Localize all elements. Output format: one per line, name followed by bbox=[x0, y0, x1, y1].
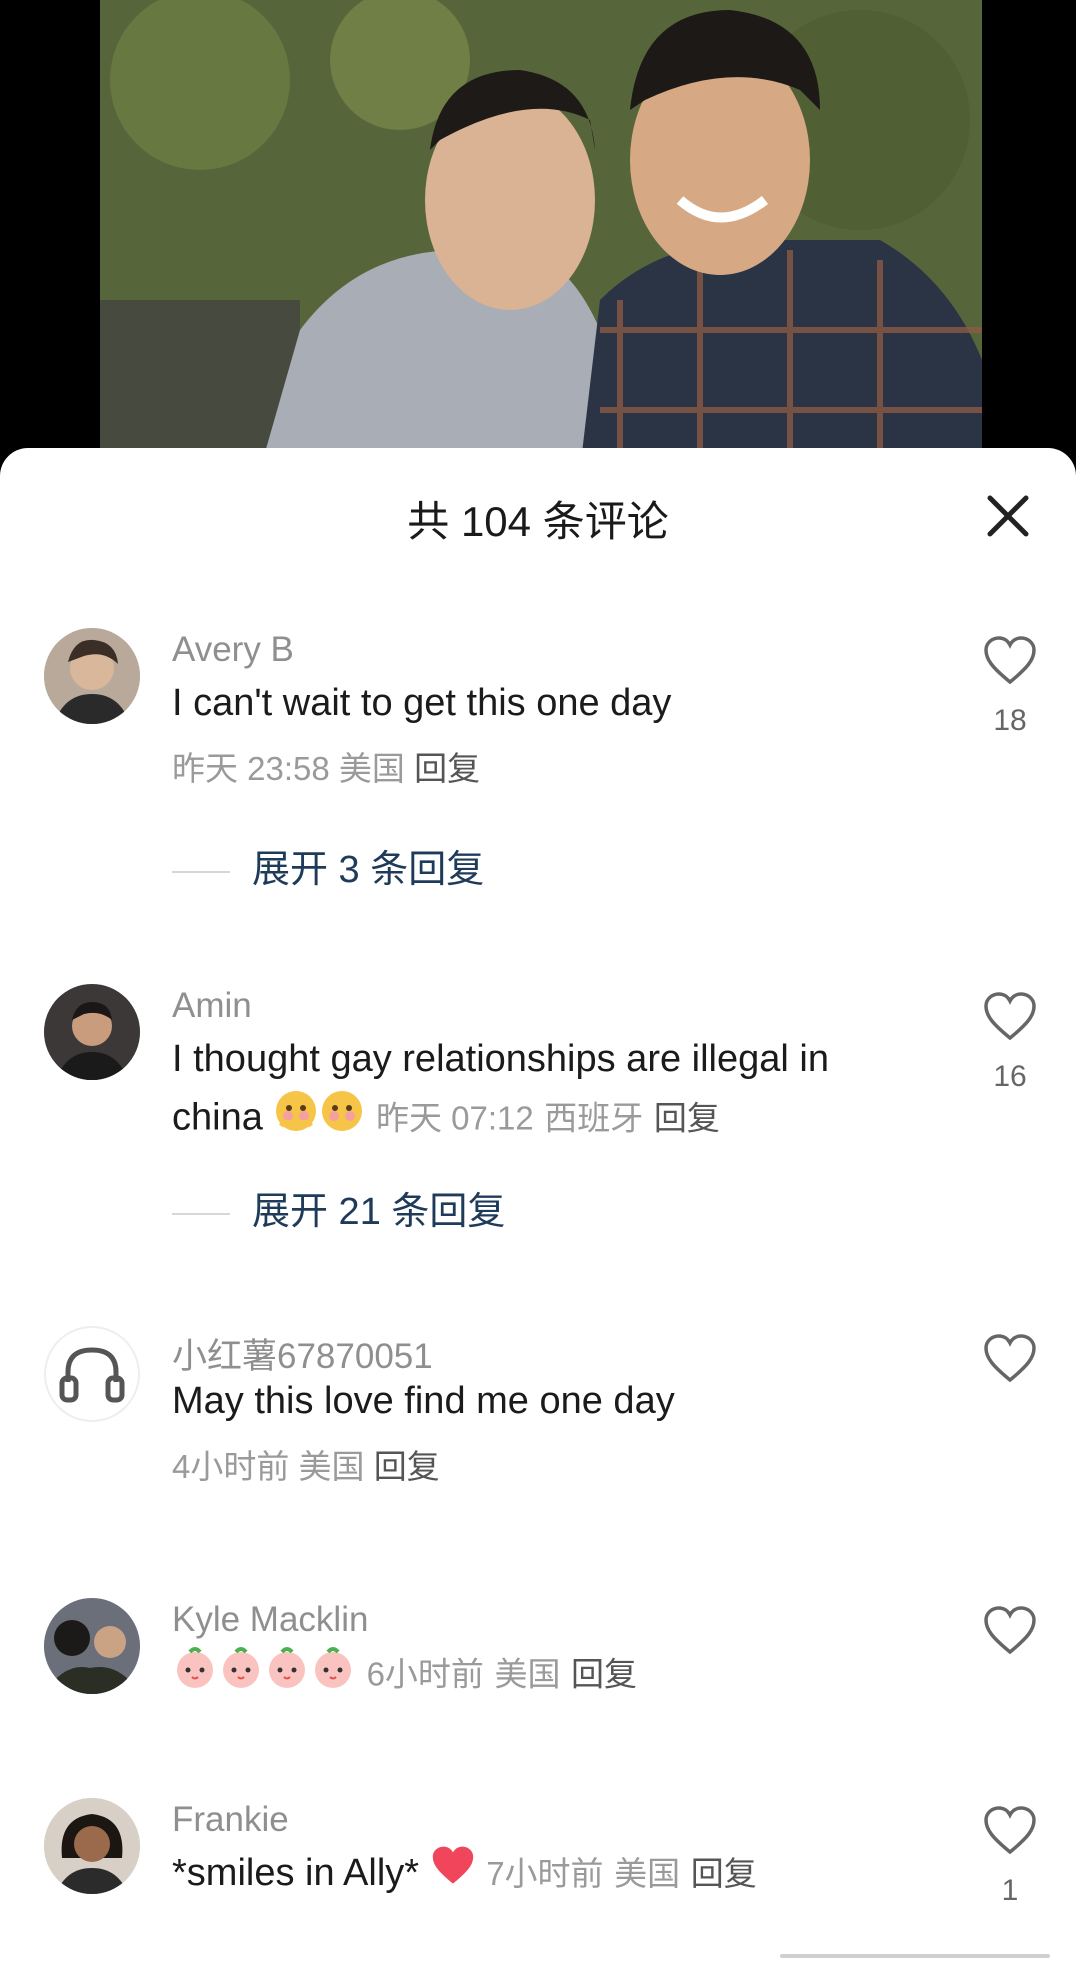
comment-meta: 昨天 23:58 美国 回复 bbox=[172, 740, 892, 798]
avatar[interactable] bbox=[44, 984, 140, 1080]
peach-emoji-icon bbox=[218, 1644, 264, 1707]
like-count: 18 bbox=[993, 704, 1027, 737]
heart-icon bbox=[984, 1606, 1036, 1655]
heart-emoji-icon bbox=[430, 1845, 476, 1904]
divider-line bbox=[172, 1212, 230, 1215]
comment-time: 4小时前 bbox=[172, 1448, 290, 1485]
comment-location: 美国 bbox=[614, 1855, 681, 1892]
heart-icon bbox=[984, 992, 1036, 1041]
couple-photo bbox=[100, 0, 982, 470]
comment-text: 6小时前 美国 回复 bbox=[172, 1644, 952, 1707]
comments-sheet: 共 104 条评论 Avery B I can't wait to get th… bbox=[0, 448, 1076, 1974]
expand-replies-label: 展开 21 条回复 bbox=[252, 1191, 506, 1233]
reply-button[interactable]: 回复 bbox=[571, 1656, 637, 1693]
expand-replies-button[interactable]: 展开 21 条回复 bbox=[172, 1180, 505, 1235]
close-button[interactable] bbox=[980, 488, 1036, 544]
comments-count-title: 共 104 条评论 bbox=[407, 498, 669, 545]
like-count: 1 bbox=[1001, 1874, 1019, 1907]
close-icon bbox=[987, 495, 1029, 537]
blushing-emoji-icon bbox=[273, 1088, 319, 1151]
avatar[interactable] bbox=[44, 1326, 140, 1422]
comment-username[interactable]: Frankie bbox=[172, 1800, 289, 1840]
comment-time: 6小时前 bbox=[366, 1655, 484, 1693]
video-frame[interactable] bbox=[0, 0, 1076, 470]
comment-location: 美国 bbox=[298, 1448, 365, 1485]
comment-time: 7小时前 bbox=[486, 1855, 604, 1892]
like-button[interactable]: 16 bbox=[980, 992, 1040, 1094]
comment-username[interactable]: Amin bbox=[172, 986, 252, 1026]
comment-text-line1: I thought gay relationships are illegal … bbox=[172, 1038, 829, 1080]
comment-text: May this love find me one day bbox=[172, 1380, 675, 1422]
expand-replies-label: 展开 3 条回复 bbox=[252, 849, 485, 891]
avatar[interactable] bbox=[44, 1798, 140, 1894]
comment-location: 美国 bbox=[494, 1655, 561, 1693]
comment-location: 西班牙 bbox=[544, 1099, 644, 1137]
comment-meta: 4小时前 美国 回复 bbox=[172, 1438, 892, 1496]
heart-icon bbox=[984, 636, 1036, 685]
heart-icon bbox=[984, 1334, 1036, 1383]
peach-emoji-icon bbox=[264, 1644, 310, 1707]
avatar[interactable] bbox=[44, 1598, 140, 1694]
heart-icon bbox=[984, 1806, 1036, 1855]
comment-text-line2-text: china bbox=[172, 1096, 263, 1139]
comment-text: I can't wait to get this one day bbox=[172, 682, 672, 724]
comment-time: 昨天 23:58 bbox=[172, 750, 330, 787]
headphones-icon bbox=[59, 1347, 125, 1403]
reply-button[interactable]: 回复 bbox=[691, 1855, 757, 1892]
divider-line bbox=[172, 870, 230, 873]
comment-time: 昨天 07:12 bbox=[375, 1099, 534, 1137]
comment-username[interactable]: Kyle Macklin bbox=[172, 1600, 368, 1640]
comment-text-line2: china 昨天 07:12 西班牙 回复 bbox=[172, 1088, 932, 1151]
like-button[interactable] bbox=[980, 1606, 1040, 1656]
scroll-indicator bbox=[780, 1954, 1050, 1958]
like-count: 16 bbox=[993, 1060, 1027, 1093]
blushing-emoji-icon bbox=[319, 1088, 365, 1151]
peach-emoji-icon bbox=[172, 1644, 218, 1707]
reply-button[interactable]: 回复 bbox=[654, 1100, 720, 1137]
like-button[interactable]: 18 bbox=[980, 636, 1040, 738]
like-button[interactable] bbox=[980, 1334, 1040, 1384]
like-button[interactable]: 1 bbox=[980, 1806, 1040, 1908]
reply-button[interactable]: 回复 bbox=[374, 1448, 440, 1485]
comment-text: *smiles in Ally* bbox=[172, 1852, 420, 1894]
avatar[interactable] bbox=[44, 628, 140, 724]
peach-emoji-icon bbox=[310, 1644, 356, 1707]
comment-text-row: *smiles in Ally* 7小时前 美国 回复 bbox=[172, 1844, 952, 1904]
reply-button[interactable]: 回复 bbox=[414, 750, 480, 787]
comment-username[interactable]: Avery B bbox=[172, 630, 294, 670]
expand-replies-button[interactable]: 展开 3 条回复 bbox=[172, 838, 484, 893]
comment-location: 美国 bbox=[338, 750, 405, 787]
